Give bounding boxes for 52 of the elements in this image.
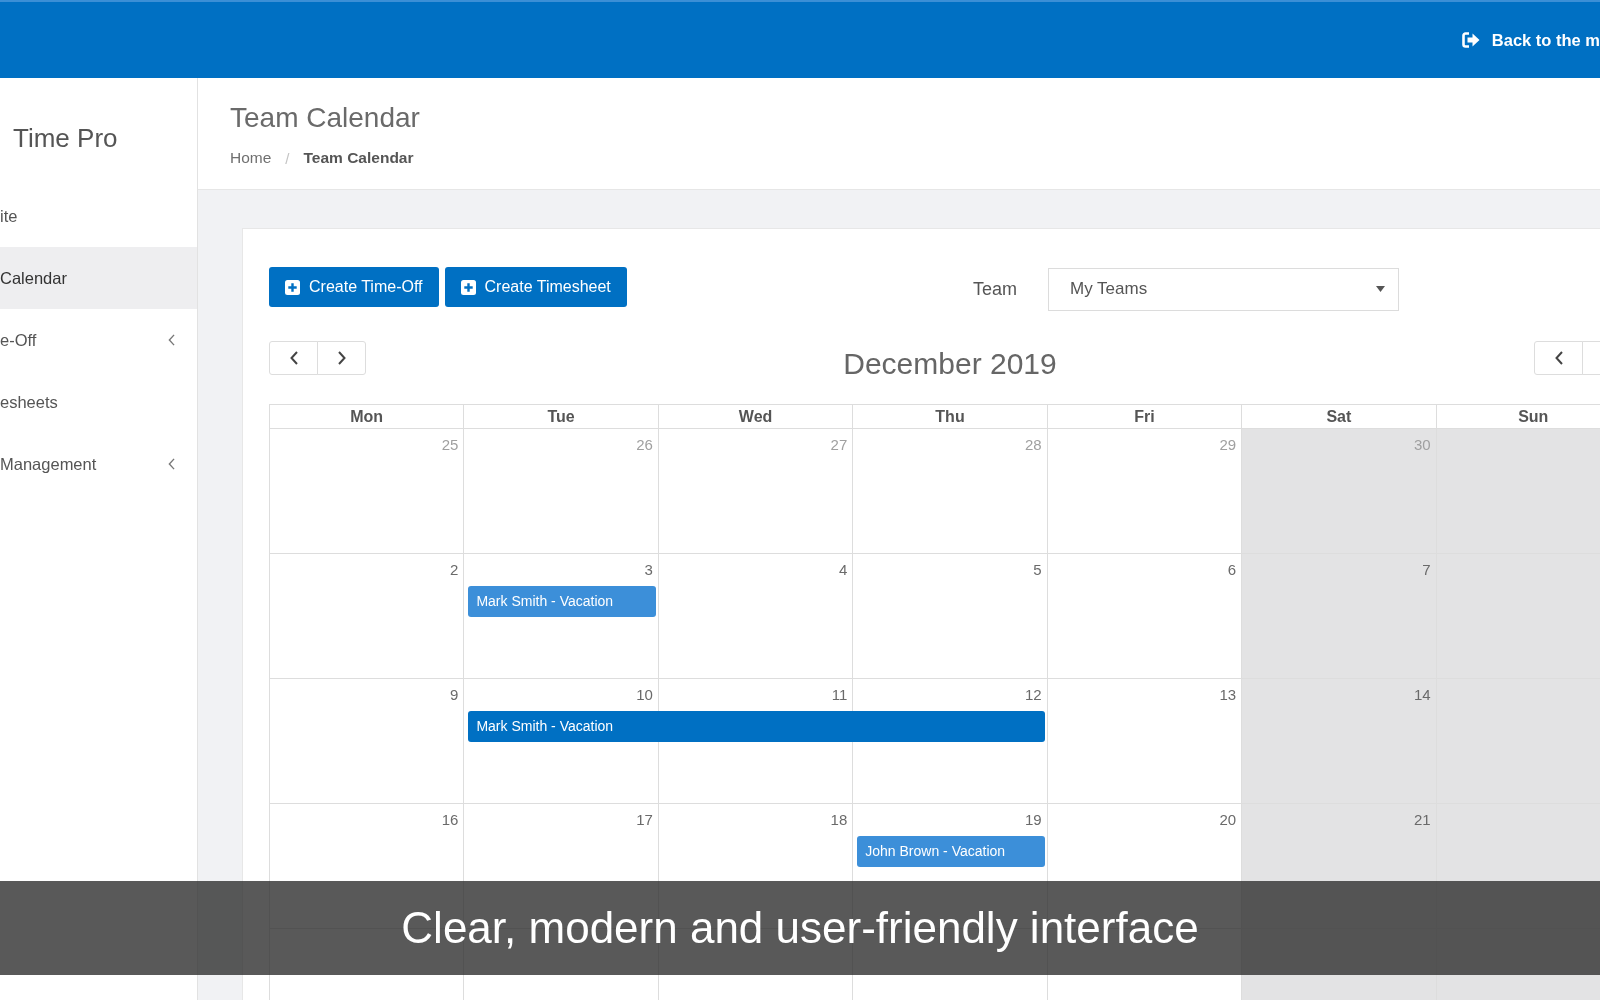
event-bar[interactable]: Mark Smith - Vacation [468, 711, 1045, 742]
create-button[interactable]: Create Time-Off [269, 267, 439, 307]
current-page-label: Team Calendar [303, 149, 414, 167]
month-title: December 2019 [843, 346, 1057, 382]
video-caption: Clear, modern and user-friendly interface [0, 881, 1600, 975]
sidebar-item[interactable]: Calendar [0, 247, 197, 309]
day-number: 5 [1033, 561, 1042, 579]
day-number: 10 [636, 686, 653, 704]
team-select[interactable]: My Teams [1048, 267, 1399, 311]
day-number: 7 [1422, 561, 1431, 579]
chevron-left-icon [289, 351, 298, 365]
next-button[interactable] [317, 341, 366, 375]
caret-down-icon [1376, 286, 1385, 292]
day-number: 28 [1025, 436, 1042, 454]
day-number: 11 [831, 686, 848, 704]
back-link[interactable]: Back to the m [1461, 30, 1600, 50]
day-number: 6 [1227, 561, 1237, 579]
plus-square-icon [285, 279, 300, 295]
chevron-left-icon [168, 458, 175, 470]
day-number: 26 [636, 436, 653, 454]
create-button[interactable]: Create Timesheet [444, 267, 627, 307]
day-number: 30 [1413, 436, 1431, 454]
day-number: 19 [1025, 811, 1042, 829]
plus-square-icon [460, 279, 476, 295]
page-title: Team Calendar [230, 101, 420, 135]
day-number: 16 [441, 811, 459, 829]
chevron-right-icon [337, 351, 346, 365]
day-number: 13 [1219, 686, 1237, 704]
path-separator: / [285, 149, 290, 167]
day-number: 25 [441, 436, 459, 454]
day-number: 9 [450, 686, 459, 704]
day-number: 29 [1219, 436, 1237, 454]
day-number: 20 [1219, 811, 1237, 829]
day-number: 3 [644, 561, 653, 579]
prev-button[interactable] [1534, 341, 1583, 375]
prev-button[interactable] [269, 341, 318, 375]
day-number: 27 [830, 436, 848, 454]
day-number: 14 [1413, 686, 1431, 704]
team-label: Team [973, 278, 1017, 300]
chevron-left-icon [1554, 351, 1563, 365]
day-number: 17 [636, 811, 653, 829]
chevron-left-icon [168, 334, 175, 346]
home-link[interactable]: Home [230, 149, 272, 167]
day-number: 4 [838, 561, 848, 579]
day-number: 18 [830, 811, 848, 829]
day-number: 2 [450, 561, 459, 579]
day-number: 12 [1025, 686, 1042, 704]
day-number: 21 [1413, 811, 1431, 829]
sign-out-icon [1461, 32, 1480, 48]
event-bar[interactable]: John Brown - Vacation [857, 836, 1045, 867]
app-name: Time Pro [13, 122, 118, 154]
event-bar[interactable]: Mark Smith - Vacation [468, 586, 656, 617]
